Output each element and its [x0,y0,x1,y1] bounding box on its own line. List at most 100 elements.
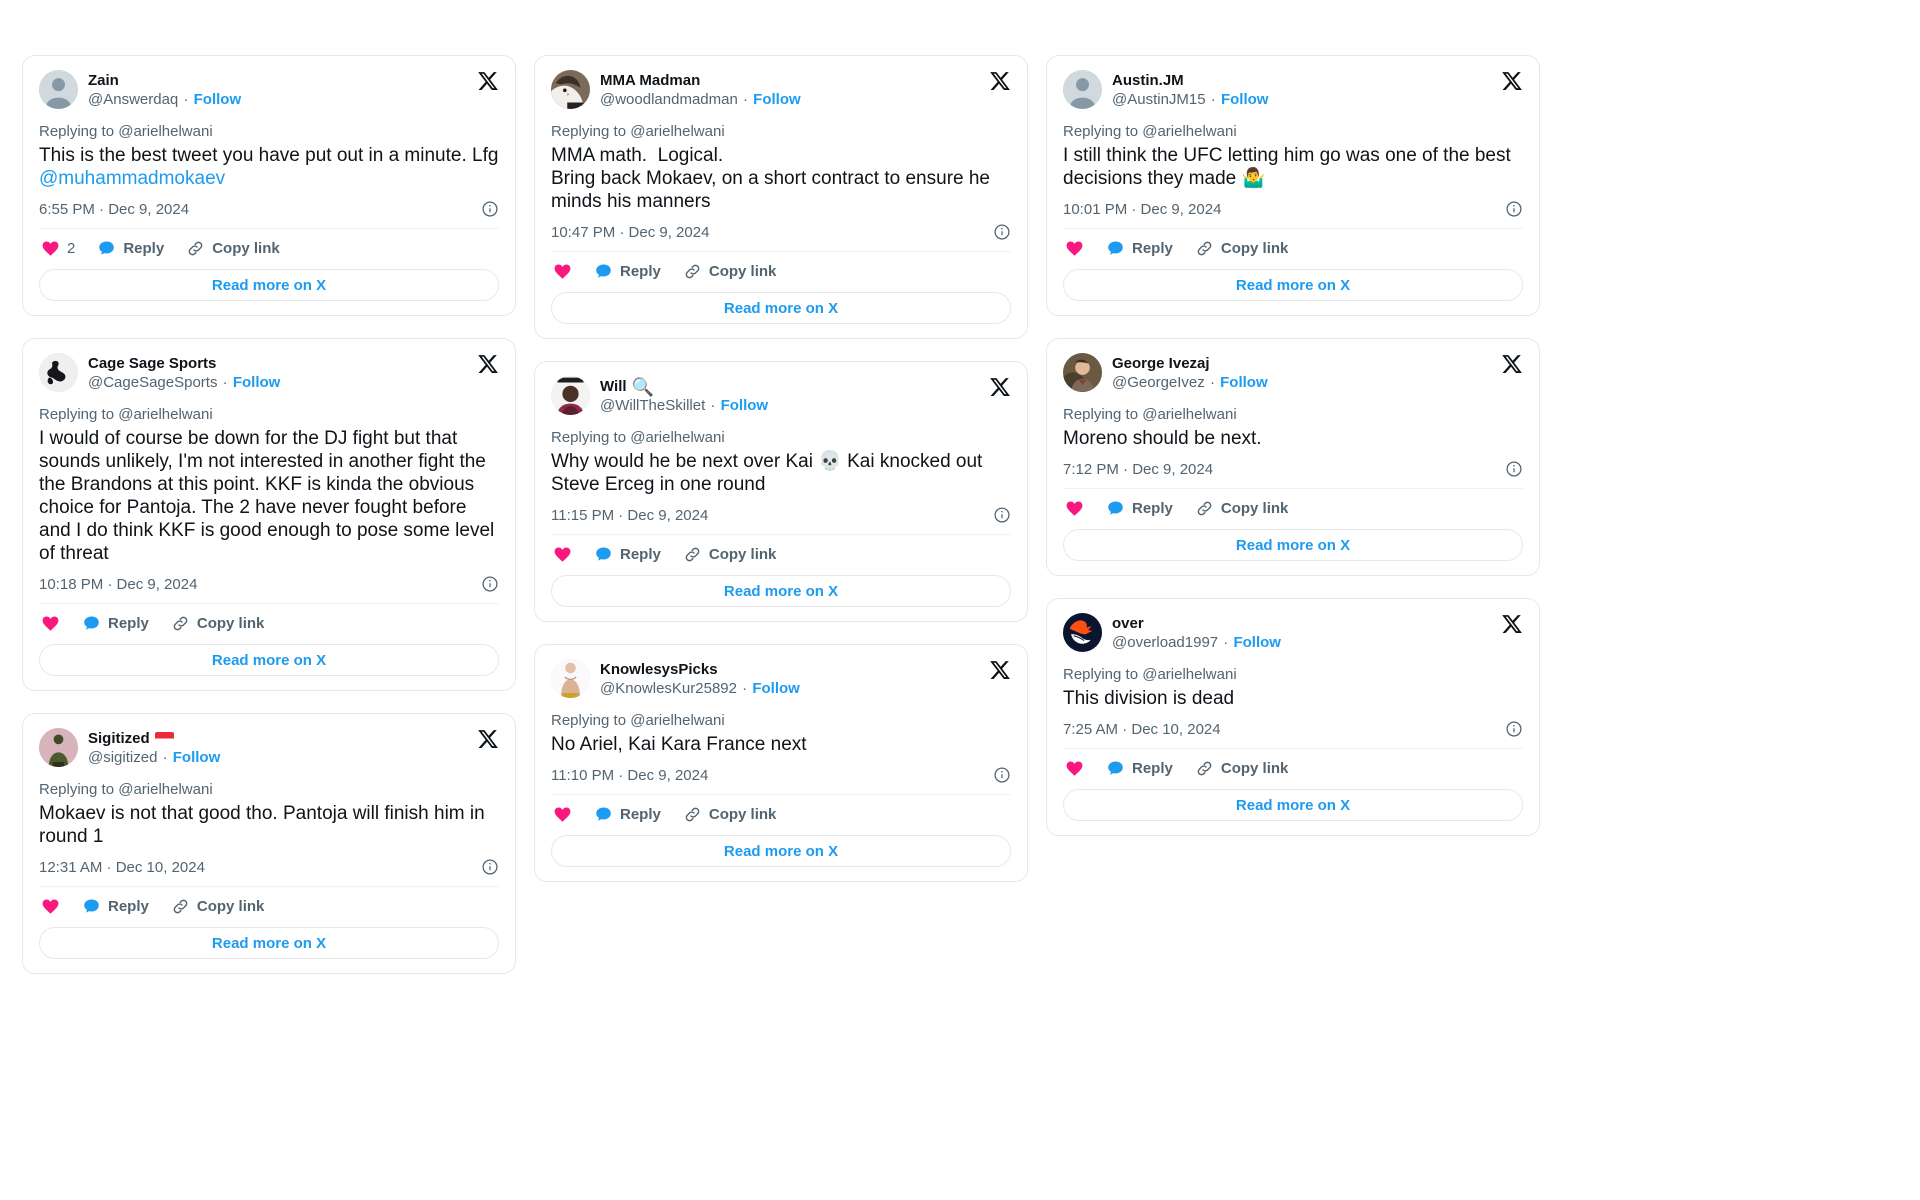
like-button[interactable] [41,614,60,633]
info-icon[interactable] [1505,200,1523,218]
x-logo-icon[interactable] [1501,353,1523,375]
tweet-card[interactable]: George Ivezaj @GeorgeIvez · Follow Replyin… [1046,338,1540,576]
author-display-name[interactable]: Zain [88,71,241,90]
copy-link-button[interactable]: Copy link [171,614,264,633]
author-handle[interactable]: @KnowlesKur25892 [600,680,737,697]
read-more-button[interactable]: Read more on X [1063,269,1523,301]
like-button[interactable] [553,545,572,564]
replied-to-handle[interactable]: @arielhelwani [118,781,212,798]
copy-link-button[interactable]: Copy link [1195,499,1288,518]
avatar[interactable] [39,728,78,767]
info-icon[interactable] [993,506,1011,524]
author-display-name[interactable]: Sigitized [88,729,220,748]
read-more-button[interactable]: Read more on X [551,575,1011,607]
tweet-card[interactable]: Sigitized @sigitized · Follow Replying to … [22,713,516,974]
copy-link-button[interactable]: Copy link [1195,759,1288,778]
tweet-card[interactable]: over @overload1997 · Follow Replying to @a… [1046,598,1540,836]
avatar[interactable] [551,376,590,415]
info-icon[interactable] [1505,720,1523,738]
author-display-name[interactable]: Austin.JM [1112,71,1268,90]
replied-to-handle[interactable]: @arielhelwani [1142,406,1236,423]
replied-to-handle[interactable]: @arielhelwani [630,429,724,446]
tweet-card[interactable]: MMA Madman @woodlandmadman · Follow Replyi… [534,55,1028,339]
x-logo-icon[interactable] [989,376,1011,398]
replied-to-handle[interactable]: @arielhelwani [630,712,724,729]
info-icon[interactable] [481,200,499,218]
reply-button[interactable]: Reply [594,545,661,564]
author-handle[interactable]: @woodlandmadman [600,91,738,108]
read-more-button[interactable]: Read more on X [1063,789,1523,821]
author-display-name[interactable]: George Ivezaj [1112,354,1268,373]
copy-link-button[interactable]: Copy link [683,262,776,281]
tweet-card[interactable]: KnowlesysPicks @KnowlesKur25892 · Follow R… [534,644,1028,882]
copy-link-button[interactable]: Copy link [683,545,776,564]
read-more-button[interactable]: Read more on X [39,644,499,676]
reply-button[interactable]: Reply [594,805,661,824]
follow-button[interactable]: Follow [721,397,769,414]
author-display-name[interactable]: Will 🔍 [600,377,768,396]
reply-button[interactable]: Reply [594,262,661,281]
read-more-button[interactable]: Read more on X [551,835,1011,867]
like-button[interactable] [1065,499,1084,518]
follow-button[interactable]: Follow [233,374,281,391]
copy-link-button[interactable]: Copy link [1195,239,1288,258]
copy-link-button[interactable]: Copy link [683,805,776,824]
read-more-button[interactable]: Read more on X [551,292,1011,324]
author-handle[interactable]: @WillTheSkillet [600,397,705,414]
author-display-name[interactable]: MMA Madman [600,71,801,90]
x-logo-icon[interactable] [477,353,499,375]
tweet-card[interactable]: Austin.JM @AustinJM15 · Follow Replying to… [1046,55,1540,316]
author-display-name[interactable]: over [1112,614,1281,633]
follow-button[interactable]: Follow [1233,634,1281,651]
copy-link-button[interactable]: Copy link [171,897,264,916]
read-more-button[interactable]: Read more on X [39,927,499,959]
follow-button[interactable]: Follow [753,91,801,108]
follow-button[interactable]: Follow [1220,374,1268,391]
follow-button[interactable]: Follow [752,680,800,697]
author-handle[interactable]: @overload1997 [1112,634,1218,651]
tweet-card[interactable]: Cage Sage Sports @CageSageSports · Follow… [22,338,516,691]
reply-button[interactable]: Reply [1106,759,1173,778]
copy-link-button[interactable]: Copy link [186,239,280,258]
avatar[interactable] [1063,70,1102,109]
info-icon[interactable] [993,766,1011,784]
x-logo-icon[interactable] [989,70,1011,92]
author-handle[interactable]: @AustinJM15 [1112,91,1206,108]
author-handle[interactable]: @Answerdaq [88,91,178,108]
reply-button[interactable]: Reply [82,614,149,633]
like-button[interactable] [553,262,572,281]
x-logo-icon[interactable] [477,728,499,750]
replied-to-handle[interactable]: @arielhelwani [1142,123,1236,140]
info-icon[interactable] [481,575,499,593]
x-logo-icon[interactable] [1501,70,1523,92]
tweet-card[interactable]: Will 🔍 @WillTheSkillet · Follow Replying to… [534,361,1028,622]
reply-button[interactable]: Reply [1106,499,1173,518]
avatar[interactable] [551,659,590,698]
reply-button[interactable]: Reply [97,239,164,258]
like-button[interactable] [41,897,60,916]
replied-to-handle[interactable]: @arielhelwani [1142,666,1236,683]
author-handle[interactable]: @sigitized [88,749,157,766]
avatar[interactable] [551,70,590,109]
info-icon[interactable] [1505,460,1523,478]
mention-link[interactable]: @muhammadmokaev [39,168,225,189]
replied-to-handle[interactable]: @arielhelwani [630,123,724,140]
like-button[interactable] [1065,239,1084,258]
x-logo-icon[interactable] [1501,613,1523,635]
author-display-name[interactable]: KnowlesysPicks [600,660,800,679]
follow-button[interactable]: Follow [194,91,242,108]
read-more-button[interactable]: Read more on X [1063,529,1523,561]
replied-to-handle[interactable]: @arielhelwani [118,123,212,140]
avatar[interactable] [39,353,78,392]
follow-button[interactable]: Follow [1221,91,1269,108]
like-button[interactable] [553,805,572,824]
like-button[interactable] [1065,759,1084,778]
like-button[interactable]: 2 [41,239,75,258]
read-more-button[interactable]: Read more on X [39,269,499,301]
tweet-card[interactable]: Zain @Answerdaq · Follow Replying to @arie… [22,55,516,316]
reply-button[interactable]: Reply [1106,239,1173,258]
info-icon[interactable] [481,858,499,876]
avatar[interactable] [1063,613,1102,652]
avatar[interactable] [1063,353,1102,392]
info-icon[interactable] [993,223,1011,241]
